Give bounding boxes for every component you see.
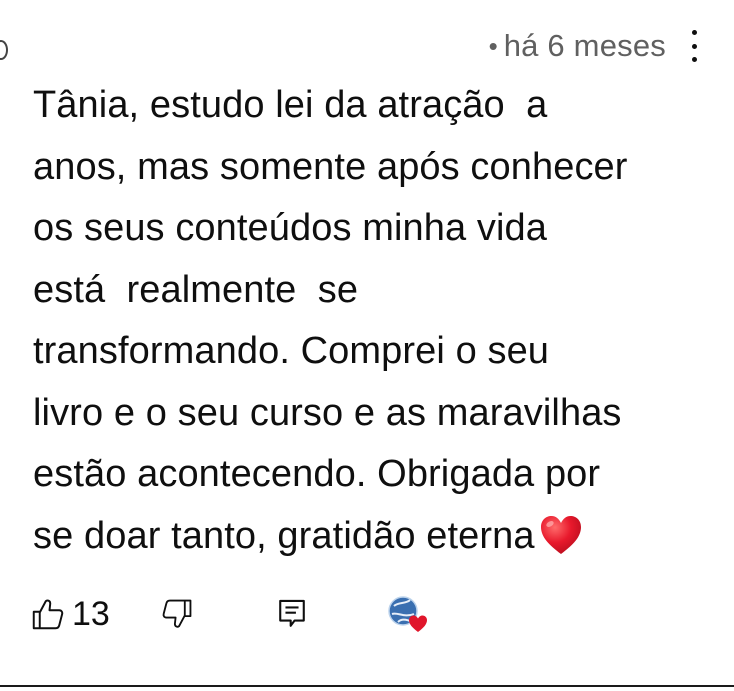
creator-heart[interactable]: [386, 590, 430, 638]
more-dot: [691, 57, 697, 62]
thumbs-down-icon: [162, 599, 192, 628]
more-dot: [691, 43, 697, 49]
comment-timestamp[interactable]: há 6 meses: [504, 28, 666, 64]
dislike-button[interactable]: [160, 590, 194, 638]
red-heart-emoji-icon: [540, 515, 581, 554]
more-dot: [691, 30, 697, 35]
more-options-button[interactable]: [688, 30, 700, 62]
reply-icon: [279, 599, 305, 627]
avatar-edge: [0, 40, 8, 60]
comment-body: Tânia, estudo lei da atração a anos, mas…: [33, 75, 713, 567]
comment-action-bar: 13: [30, 590, 450, 638]
like-button[interactable]: 13: [30, 590, 110, 638]
reply-button[interactable]: [276, 590, 308, 638]
creator-heart-icon: [388, 596, 427, 632]
thumbs-up-icon: [32, 599, 64, 630]
comment-text: Tânia, estudo lei da atração a anos, mas…: [33, 84, 628, 557]
meta-separator: •: [488, 30, 498, 61]
comment-meta: • há 6 meses: [489, 26, 700, 66]
bottom-divider: [0, 685, 734, 687]
like-count: 13: [72, 594, 110, 633]
